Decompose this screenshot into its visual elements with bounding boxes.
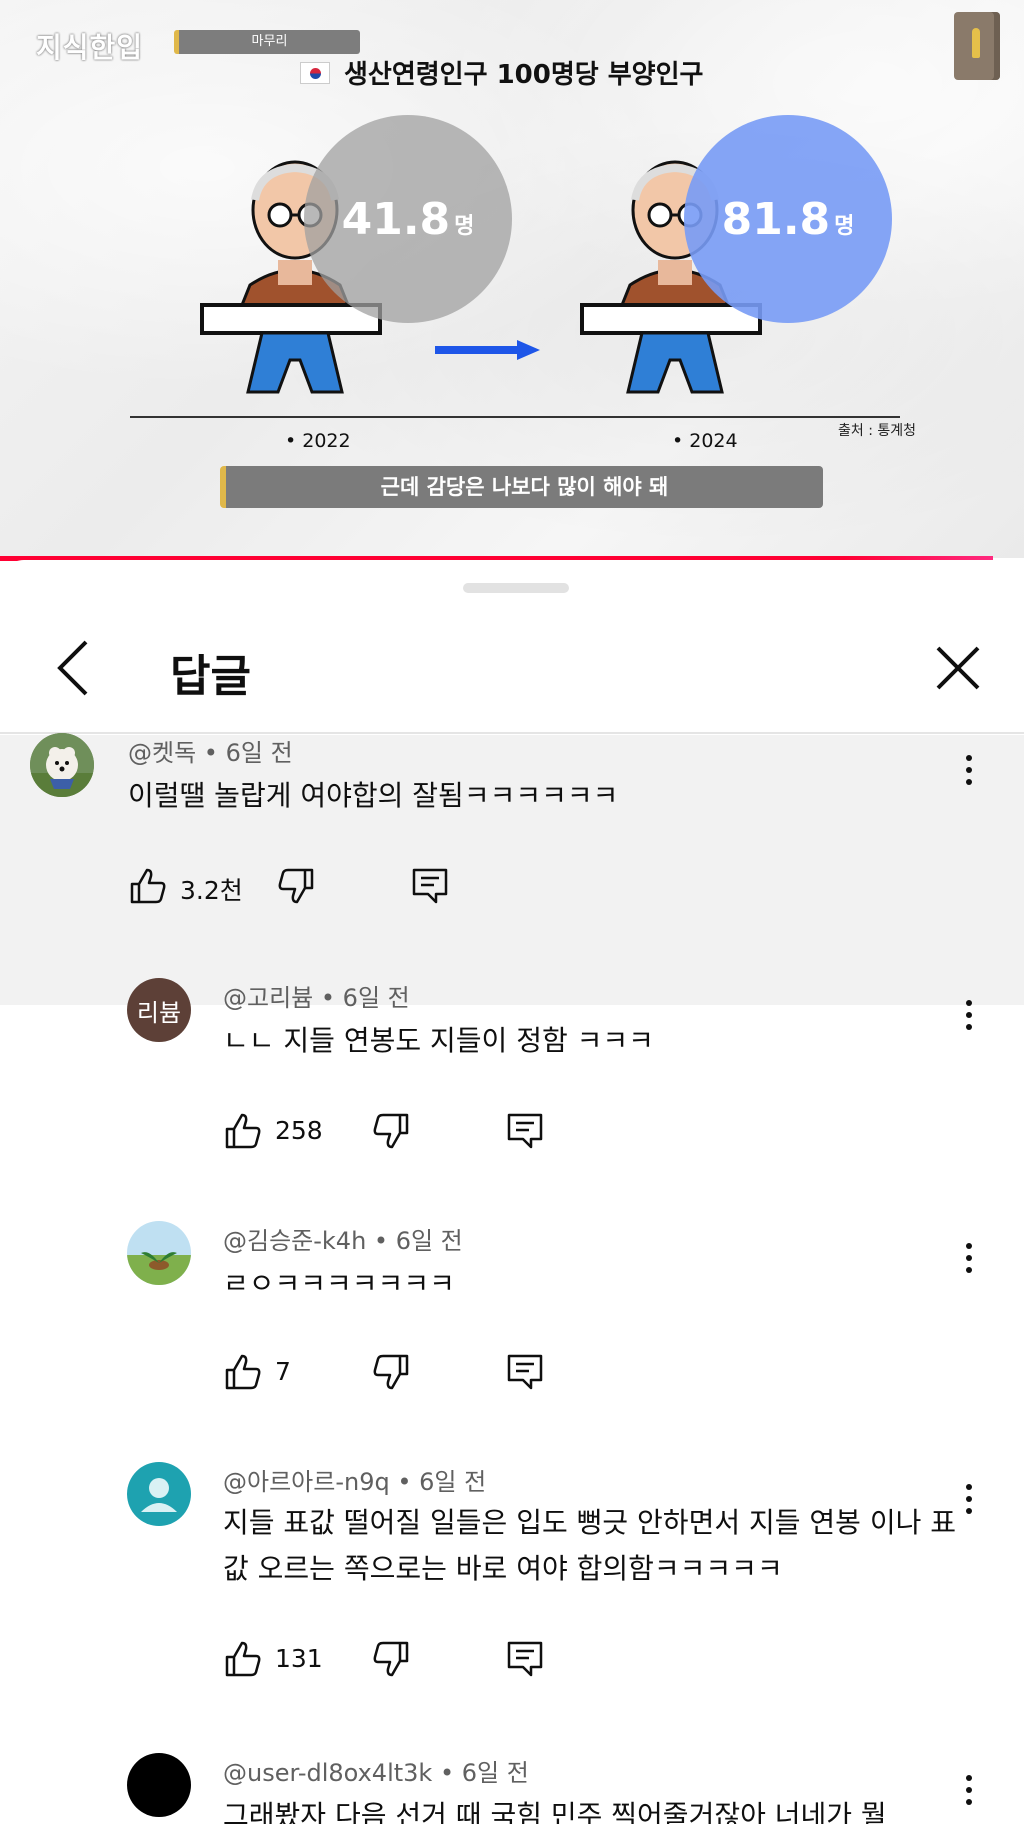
source-note: 출처 : 통계청 <box>838 423 917 439</box>
like-button[interactable] <box>223 1106 263 1156</box>
reply-icon <box>412 868 448 904</box>
thumbs-up-icon <box>130 868 166 904</box>
infographic-title-text: 생산연령인구 100명당 부양인구 <box>344 60 704 90</box>
comment-text: 그래봤자 다음 선거 때 국힘 민주 찍어줄거잖아 너네가 뭘 <box>223 1799 887 1824</box>
like-count: 258 <box>275 1116 323 1145</box>
comment-time: 6일 전 <box>395 1227 463 1255</box>
plant-avatar-icon <box>127 1221 191 1285</box>
like-count: 3.2천 <box>180 876 243 905</box>
avatar[interactable] <box>127 1753 191 1817</box>
channel-logo: 지식한입 <box>36 31 144 64</box>
comment-author[interactable]: @켓독 <box>128 739 196 767</box>
reply-icon <box>507 1354 543 1390</box>
thumbs-down-icon <box>373 1641 409 1677</box>
comment-meta: @고리븀 • 6일 전 <box>223 984 410 1012</box>
stat-unit-2022: 명 <box>454 214 475 239</box>
like-button[interactable] <box>223 1347 263 1397</box>
video-player[interactable]: 지식한입 마무리 생산연령인구 100명당 부양인구 41.8 명 81.8 명 <box>0 0 1024 558</box>
avatar-initials: 리븀 <box>136 998 182 1027</box>
avatar[interactable] <box>30 733 94 797</box>
reply-button[interactable] <box>505 1106 545 1156</box>
thumbs-up-icon <box>225 1641 261 1677</box>
reply-button[interactable] <box>505 1634 545 1684</box>
thumbs-down-icon <box>373 1113 409 1149</box>
stat-value-2024: 81.8 <box>721 193 831 245</box>
close-icon[interactable] <box>930 638 986 698</box>
dislike-button[interactable] <box>371 1634 411 1684</box>
reply-button[interactable] <box>410 861 450 911</box>
like-count: 131 <box>275 1644 323 1673</box>
comment-text: 지들 표값 떨어질 일들은 입도 뻥긋 안하면서 지들 연봉 이나 표값 오르는… <box>223 1506 957 1585</box>
korea-flag-icon <box>300 61 330 84</box>
reply-button[interactable] <box>505 1347 545 1397</box>
comment-author[interactable]: @김승준-k4h <box>223 1227 366 1255</box>
thumbs-down-icon <box>278 868 314 904</box>
like-count: 7 <box>275 1357 291 1386</box>
comment-text: 이럴땔 놀랍게 여야합의 잘됨ㅋㅋㅋㅋㅋㅋ <box>128 779 619 812</box>
chevron-left-icon[interactable] <box>44 638 100 698</box>
stat-circle-2022: 41.8 명 <box>304 115 512 323</box>
book-icon <box>954 12 1000 80</box>
year-label-2022: • 2022 <box>285 430 351 452</box>
more-options-icon[interactable] <box>954 990 984 1040</box>
thumbs-down-icon <box>373 1354 409 1390</box>
year-label-2024: • 2024 <box>672 430 738 452</box>
sheet-title: 답글 <box>170 651 251 702</box>
comment-time: 6일 전 <box>342 984 410 1012</box>
comment-text: ㄹㅇㅋㅋㅋㅋㅋㅋㅋ <box>223 1267 455 1300</box>
more-options-icon[interactable] <box>954 1233 984 1283</box>
stat-circle-2024: 81.8 명 <box>684 115 892 323</box>
more-options-icon[interactable] <box>954 1765 984 1815</box>
avatar[interactable]: 리븀 <box>127 978 191 1042</box>
comment-meta: @user-dl8ox4lt3k • 6일 전 <box>223 1759 529 1787</box>
stat-value-2022: 41.8 <box>341 193 451 245</box>
comment-meta: @김승준-k4h • 6일 전 <box>223 1227 463 1255</box>
thumbs-up-icon <box>225 1354 261 1390</box>
comment-actions: 7 <box>223 1347 623 1397</box>
more-options-icon[interactable] <box>954 745 984 795</box>
comment-actions: 131 <box>223 1634 623 1684</box>
dislike-button[interactable] <box>276 861 316 911</box>
dislike-button[interactable] <box>371 1347 411 1397</box>
avatar[interactable] <box>127 1462 191 1526</box>
comment-time: 6일 전 <box>461 1759 529 1787</box>
like-button[interactable] <box>223 1634 263 1684</box>
section-tag: 마무리 <box>174 30 360 54</box>
comment-author[interactable]: @아르아르-n9q <box>223 1468 390 1496</box>
thumbs-up-icon <box>225 1113 261 1149</box>
comment-meta: @아르아르-n9q • 6일 전 <box>223 1468 487 1496</box>
reply-icon <box>507 1641 543 1677</box>
video-infographic-title: 생산연령인구 100명당 부양인구 <box>300 54 703 91</box>
default-person-icon <box>141 1478 177 1512</box>
avatar[interactable] <box>127 1221 191 1285</box>
sheet-header: 답글 <box>0 600 1024 734</box>
timeline-axis <box>130 416 900 418</box>
comment-author[interactable]: @고리븀 <box>223 984 313 1012</box>
stat-unit-2024: 명 <box>834 214 855 239</box>
like-button[interactable] <box>128 861 168 911</box>
more-options-icon[interactable] <box>954 1474 984 1524</box>
comment-time: 6일 전 <box>225 739 293 767</box>
comment-meta: @켓독 • 6일 전 <box>128 739 293 767</box>
replies-sheet: 답글 @켓독 • 6일 전 이럴땔 놀랍게 여야합의 잘됨ㅋㅋㅋㅋㅋㅋ 3.2천… <box>0 560 1024 1824</box>
drag-handle[interactable] <box>463 583 569 593</box>
reply-icon <box>507 1113 543 1149</box>
comment-time: 6일 전 <box>419 1468 487 1496</box>
comment-actions: 258 <box>223 1106 623 1156</box>
arrow-right-icon <box>435 340 540 360</box>
comment-actions: 3.2천 <box>128 861 528 911</box>
video-caption: 근데 감당은 나보다 많이 해야 돼 <box>220 466 823 508</box>
comment-text: ㄴㄴ 지들 연봉도 지들이 정함 ㅋㅋㅋ <box>223 1024 654 1057</box>
dog-avatar-icon <box>30 733 94 797</box>
comment-author[interactable]: @user-dl8ox4lt3k <box>223 1759 432 1787</box>
dislike-button[interactable] <box>371 1106 411 1156</box>
